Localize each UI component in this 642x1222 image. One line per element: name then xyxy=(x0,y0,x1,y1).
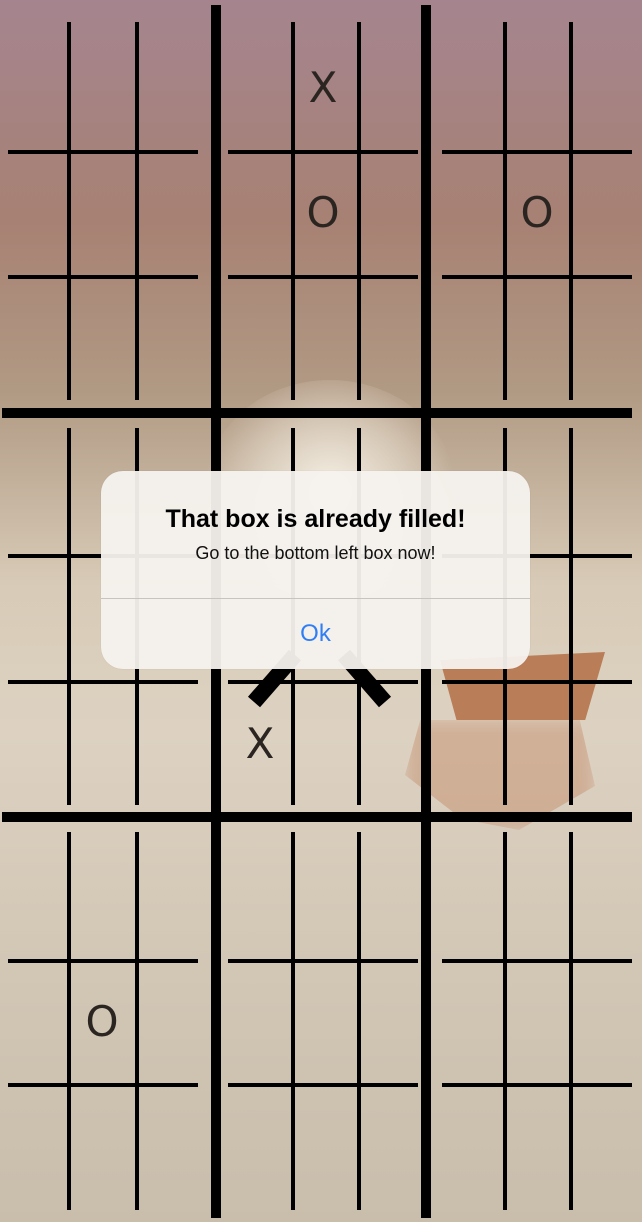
mark-o-bottom-left: O xyxy=(85,997,119,1046)
alert-title: That box is already filled! xyxy=(165,505,466,533)
alert-message: Go to the bottom left box now! xyxy=(195,543,436,563)
ok-button[interactable]: Ok xyxy=(101,599,530,669)
mark-o-top-middle: O xyxy=(306,188,340,237)
mark-x-top-middle: X xyxy=(308,63,338,112)
mark-x-center: X xyxy=(245,719,275,768)
mark-o-top-right: O xyxy=(520,188,554,237)
alert-dialog: That box is already filled! Go to the bo… xyxy=(101,471,530,669)
